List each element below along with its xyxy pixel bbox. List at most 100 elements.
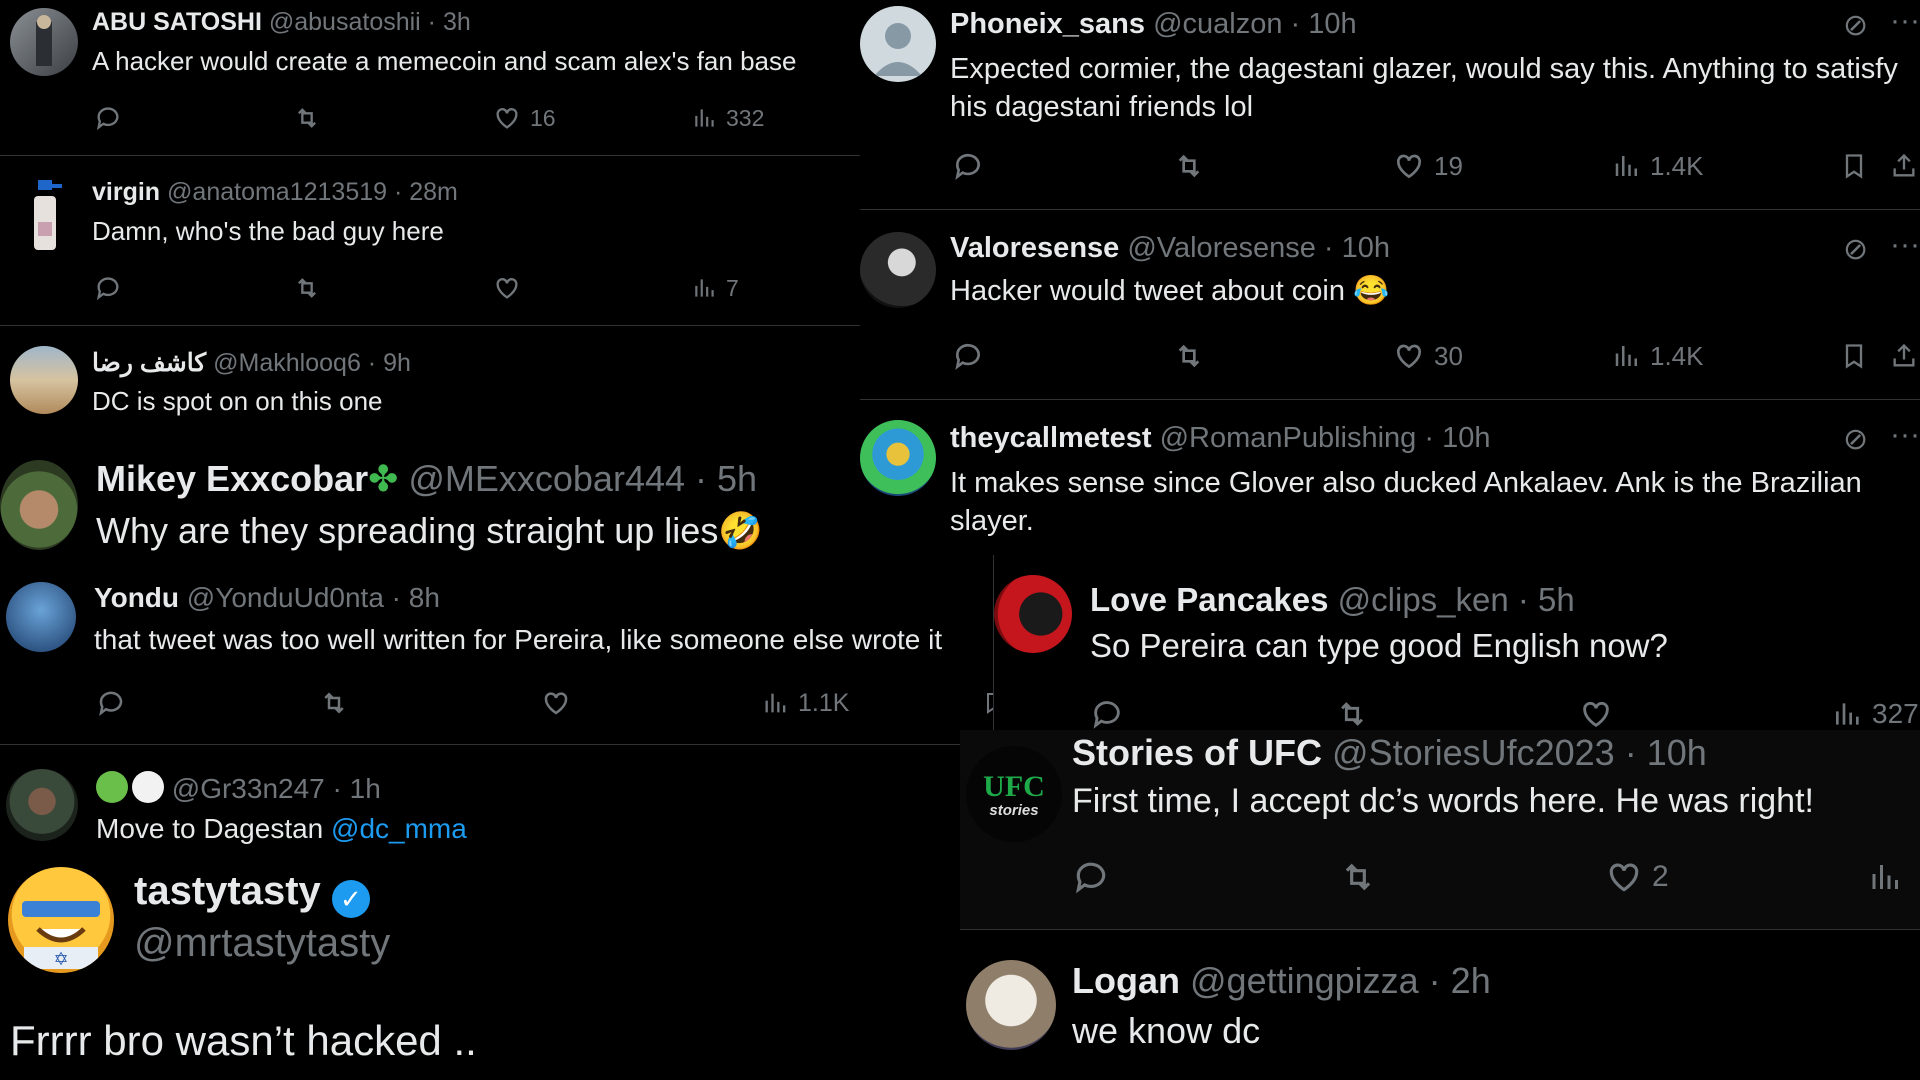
share-button[interactable] (1890, 150, 1918, 182)
reply-button[interactable] (952, 340, 984, 372)
retweet-button[interactable] (292, 274, 322, 302)
handle[interactable]: @mrtastytasty (134, 921, 390, 966)
tweet-phoneix-sans[interactable]: Phoneix_sans @cualzon · 10h ⊘ ··· Expect… (860, 0, 1920, 210)
avatar[interactable] (0, 460, 78, 550)
avatar[interactable] (20, 178, 72, 254)
tweet-logan[interactable]: Logan @gettingpizza · 2h we know dc (960, 930, 1920, 1080)
tweet-header: Yondu @YonduUd0nta · 8h (94, 582, 440, 614)
views-button[interactable]: 327 (1832, 697, 1919, 730)
more-options-icon[interactable]: ··· (1890, 4, 1920, 38)
display-name[interactable]: Valoresense (950, 232, 1119, 264)
avatar[interactable] (966, 960, 1056, 1050)
display-name[interactable]: Yondu (94, 582, 179, 613)
like-button[interactable]: 16 (492, 104, 556, 132)
tweet-virgin[interactable]: virgin @anatoma1213519 · 28m Damn, who's… (0, 156, 860, 326)
avatar[interactable]: ✡ (8, 867, 114, 973)
tweet-yondu[interactable]: Yondu @YonduUd0nta · 8h that tweet was t… (0, 570, 993, 745)
tweet-tastytasty[interactable]: ✡ tastytasty ✓ @mrtastytasty Frrrr bro w… (0, 855, 960, 1080)
share-icon (1893, 153, 1915, 177)
tweet-gr33n247[interactable]: @Gr33n247 · 1h Move to Dagestan @dc_mma (0, 745, 960, 855)
reply-button[interactable] (952, 150, 984, 182)
handle-time[interactable]: @Gr33n247 · 1h (172, 773, 381, 804)
display-name[interactable]: كاشف رضا (92, 349, 206, 377)
reply-button[interactable] (94, 274, 122, 302)
reply-button[interactable] (94, 104, 122, 132)
handle-time[interactable]: @abusatoshii · 3h (269, 8, 471, 36)
grok-icon[interactable]: ⊘ (1843, 232, 1868, 267)
tweet-theycallmetest[interactable]: theycallmetest @RomanPublishing · 10h ⊘ … (860, 400, 1920, 555)
display-name[interactable]: theycallmetest (950, 422, 1152, 454)
avatar[interactable] (860, 420, 936, 496)
bookmark-button[interactable] (1840, 340, 1868, 372)
handle-time[interactable]: @gettingpizza · 2h (1190, 960, 1491, 1001)
display-name[interactable]: Love Pancakes (1090, 581, 1328, 618)
handle-time[interactable]: @Valoresense · 10h (1127, 232, 1390, 264)
bookmark-button[interactable] (1840, 150, 1868, 182)
tweet-text: we know dc (1072, 1010, 1261, 1051)
tweet-stories-of-ufc[interactable]: UFC stories Stories of UFC @StoriesUfc20… (960, 730, 1920, 930)
handle-time[interactable]: @clips_ken · 5h (1338, 581, 1575, 618)
avatar[interactable] (6, 582, 76, 652)
handle-time[interactable]: @anatoma1213519 · 28m (167, 178, 458, 206)
reply-button[interactable] (96, 688, 126, 718)
share-button[interactable] (1890, 340, 1918, 372)
avatar[interactable] (860, 6, 936, 82)
views-button[interactable]: 7 (692, 274, 739, 302)
view-count: 1.4K (1650, 150, 1704, 181)
retweet-button[interactable] (1338, 858, 1378, 896)
avatar[interactable]: UFC stories (966, 746, 1062, 842)
grok-icon[interactable]: ⊘ (1843, 422, 1868, 457)
retweet-button[interactable] (1172, 340, 1206, 372)
like-button[interactable]: 19 (1392, 150, 1463, 182)
like-button[interactable] (1578, 697, 1614, 730)
avatar[interactable] (10, 346, 78, 414)
like-button[interactable] (540, 688, 572, 718)
bookmark-button[interactable] (982, 688, 993, 718)
tweet-kashif-raza[interactable]: كاشف رضا @Makhlooq6 · 9h DC is spot on o… (0, 326, 860, 450)
grok-icon[interactable]: ⊘ (1843, 8, 1868, 43)
handle-time[interactable]: @cualzon · 10h (1153, 8, 1357, 40)
reply-icon (955, 153, 980, 180)
display-name[interactable]: Logan (1072, 960, 1180, 1001)
more-options-icon[interactable]: ··· (1890, 418, 1920, 452)
views-icon (1836, 703, 1859, 725)
display-name[interactable]: Stories of UFC (1072, 732, 1322, 773)
tweet-valoresense[interactable]: Valoresense @Valoresense · 10h ⊘ ··· Hac… (860, 210, 1920, 400)
like-button[interactable]: 2 (1604, 858, 1669, 896)
display-name[interactable]: Phoneix_sans (950, 8, 1145, 40)
tweet-header: Stories of UFC @StoriesUfc2023 · 10h (1072, 732, 1707, 774)
avatar[interactable] (860, 232, 936, 308)
display-name[interactable]: virgin (92, 178, 160, 206)
reply-button[interactable] (1072, 858, 1110, 896)
views-button[interactable]: 1.4K (1612, 340, 1704, 372)
views-button[interactable]: 1.1K (762, 688, 849, 718)
avatar[interactable] (994, 575, 1072, 653)
mention-link[interactable]: @dc_mma (331, 813, 467, 844)
handle-time[interactable]: @MExxcobar444 · 5h (408, 458, 757, 499)
retweet-button[interactable] (1172, 150, 1206, 182)
view-count: 1.4K (1650, 340, 1704, 371)
handle-time[interactable]: @StoriesUfc2023 · 10h (1332, 732, 1707, 773)
handle-time[interactable]: @YonduUd0nta · 8h (187, 582, 440, 613)
avatar[interactable] (6, 769, 78, 841)
more-options-icon[interactable]: ··· (1890, 228, 1920, 262)
reply-button[interactable] (1090, 697, 1124, 730)
handle-time[interactable]: @Makhlooq6 · 9h (213, 349, 411, 377)
avatar[interactable] (10, 8, 78, 76)
display-name[interactable]: tastytasty (134, 869, 321, 913)
display-name[interactable]: ABU SATOSHI (92, 8, 262, 36)
retweet-button[interactable] (292, 104, 322, 132)
views-button[interactable] (1868, 858, 1904, 896)
laughing-emoji: 🤣 (718, 510, 764, 551)
retweet-button[interactable] (1334, 697, 1370, 730)
like-button[interactable]: 30 (1392, 340, 1463, 372)
views-button[interactable]: 1.4K (1612, 150, 1704, 182)
display-name[interactable]: Mikey Exxcobar (96, 458, 368, 499)
handle-time[interactable]: @RomanPublishing · 10h (1160, 422, 1491, 454)
tweet-mikey-exxcobar[interactable]: Mikey Exxcobar✤ @MExxcobar444 · 5h Why a… (0, 450, 860, 570)
tweet-abu-satoshi[interactable]: ABU SATOSHI @abusatoshii · 3h A hacker w… (0, 0, 860, 156)
like-button[interactable] (492, 274, 522, 302)
views-button[interactable]: 332 (692, 104, 764, 132)
retweet-button[interactable] (318, 688, 350, 718)
tweet-love-pancakes[interactable]: Love Pancakes @clips_ken · 5h So Pereira… (993, 555, 1920, 730)
